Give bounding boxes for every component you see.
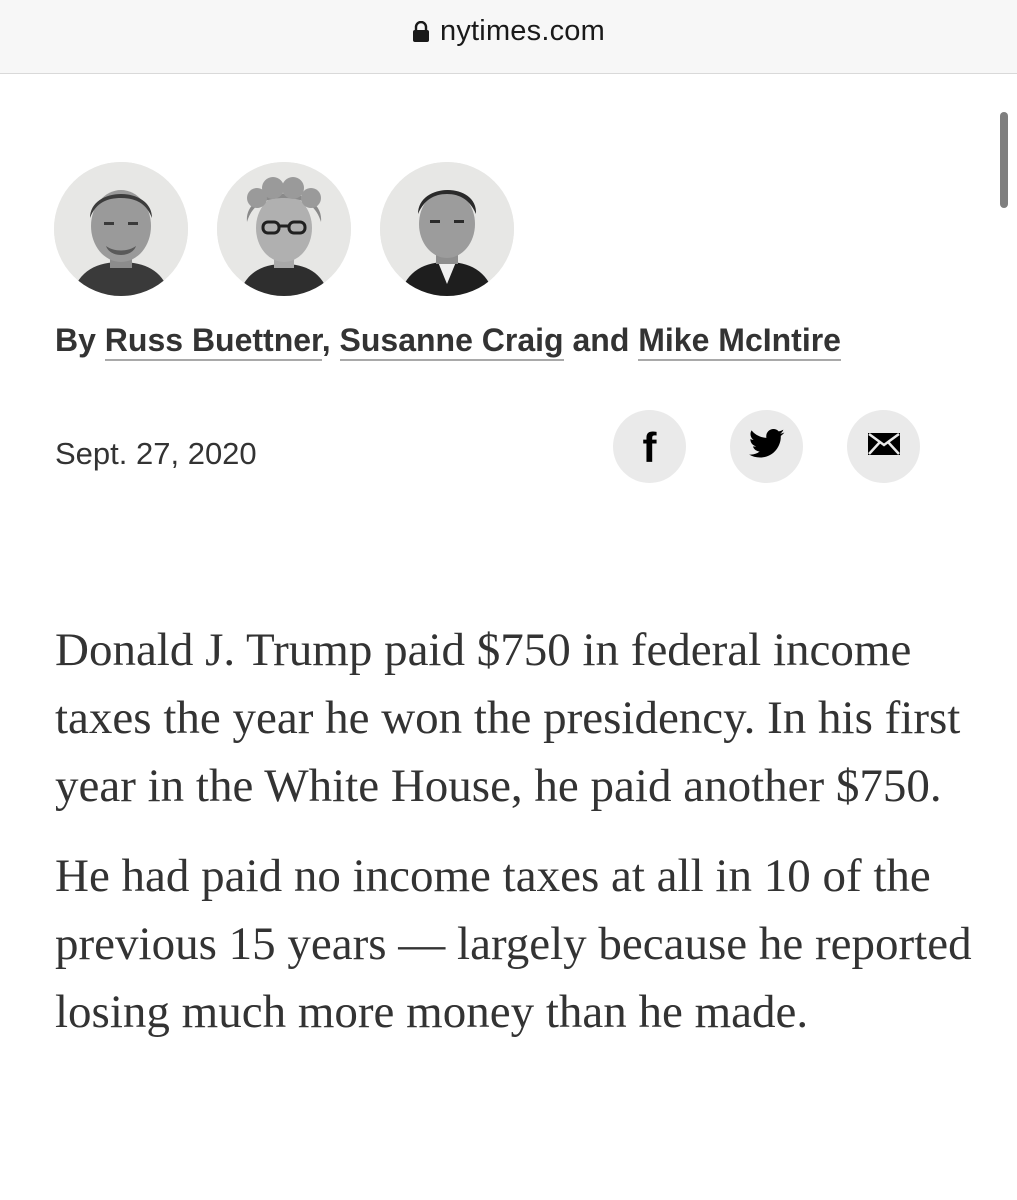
author-avatar-susanne-craig[interactable] — [217, 162, 351, 296]
scrollbar-thumb[interactable] — [1000, 112, 1008, 208]
author-link-russ-buettner[interactable]: Russ Buettner — [104, 322, 322, 361]
address-bar-content: nytimes.com — [412, 15, 605, 48]
author-link-mike-mcintire[interactable]: Mike McIntire — [638, 322, 841, 361]
publish-date: Sept. 27, 2020 — [55, 436, 257, 471]
lock-icon — [412, 20, 430, 43]
share-twitter-button[interactable] — [730, 410, 803, 483]
byline: By Russ Buettner, Susanne Craig and Mike… — [55, 322, 841, 361]
article-paragraph: He had paid no income taxes at all in 10… — [55, 850, 972, 1038]
url-text[interactable]: nytimes.com — [440, 15, 605, 48]
author-avatars — [54, 162, 514, 296]
author-link-susanne-craig[interactable]: Susanne Craig — [339, 322, 564, 361]
twitter-icon — [748, 429, 785, 464]
facebook-icon: f — [642, 423, 657, 471]
article-paragraph: Donald J. Trump paid $750 in federal inc… — [55, 624, 961, 812]
author-avatar-mike-mcintire[interactable] — [380, 162, 514, 296]
byline-separator-and: and — [572, 322, 630, 358]
share-facebook-button[interactable]: f — [613, 410, 686, 483]
byline-prefix: By — [55, 322, 96, 358]
email-icon — [867, 432, 901, 461]
browser-address-bar[interactable]: nytimes.com — [0, 0, 1017, 74]
author-avatar-russ-buettner[interactable] — [54, 162, 188, 296]
share-email-button[interactable] — [847, 410, 920, 483]
byline-separator-comma: , — [321, 322, 331, 358]
share-buttons: f — [613, 410, 920, 483]
article-body: Donald J. Trump paid $750 in federal inc… — [55, 616, 985, 1068]
